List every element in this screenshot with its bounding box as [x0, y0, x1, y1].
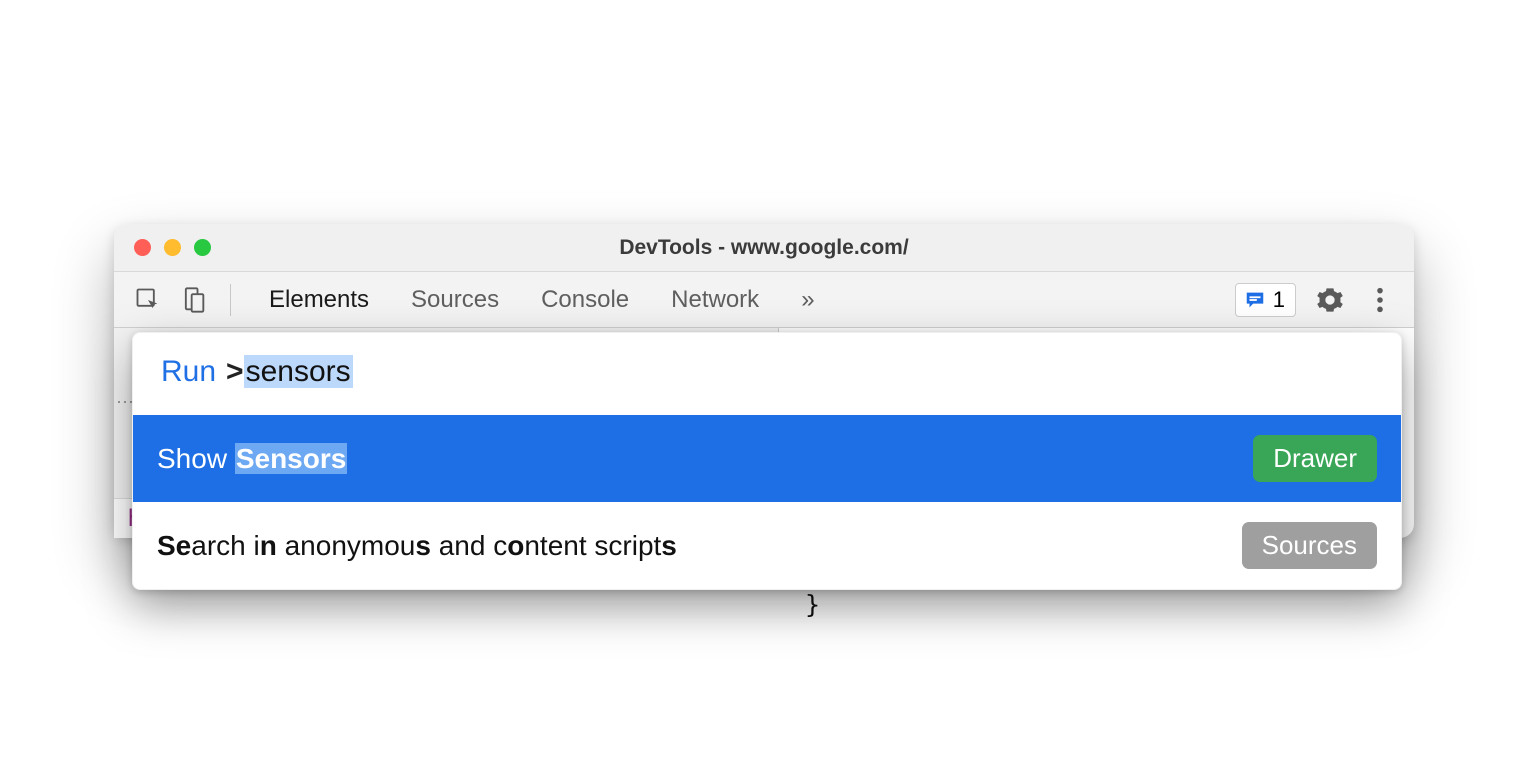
titlebar: DevTools - www.google.com/ — [114, 224, 1414, 272]
separator — [230, 284, 231, 316]
issues-count: 1 — [1273, 287, 1285, 313]
tab-elements[interactable]: Elements — [269, 286, 369, 314]
prompt-prefix: > — [226, 355, 244, 388]
closing-brace: } — [805, 587, 1400, 623]
command-query: sensors — [244, 355, 353, 388]
tab-console[interactable]: Console — [541, 286, 629, 314]
more-button[interactable] — [1364, 284, 1396, 316]
device-toggle-icon[interactable] — [178, 284, 210, 316]
more-vertical-icon — [1376, 286, 1384, 314]
devtools-window: DevTools - www.google.com/ Elements Sour… — [114, 224, 1414, 538]
chat-icon — [1244, 289, 1266, 311]
command-input[interactable]: Run >sensors — [133, 333, 1401, 415]
close-icon[interactable] — [134, 239, 151, 256]
command-item-label: Show Sensors — [157, 443, 1253, 475]
traffic-lights — [114, 239, 211, 256]
inspect-icon[interactable] — [132, 284, 164, 316]
run-label: Run — [161, 355, 216, 389]
gear-icon — [1316, 286, 1344, 314]
command-badge: Sources — [1242, 522, 1377, 569]
toolbar: Elements Sources Console Network » 1 — [114, 272, 1414, 328]
tabs-overflow-icon[interactable]: » — [801, 286, 814, 314]
command-menu: Run >sensors Show Sensors Drawer Search … — [132, 332, 1402, 590]
window-title: DevTools - www.google.com/ — [114, 236, 1414, 260]
command-item-label: Search in anonymous and content scripts — [157, 530, 1242, 562]
toolbar-left: Elements Sources Console Network » — [132, 284, 815, 316]
command-item-selected[interactable]: Show Sensors Drawer — [133, 415, 1401, 502]
command-badge: Drawer — [1253, 435, 1377, 482]
zoom-icon[interactable] — [194, 239, 211, 256]
issues-button[interactable]: 1 — [1235, 283, 1296, 317]
toolbar-right: 1 — [1235, 283, 1396, 317]
panel-tabs: Elements Sources Console Network » — [269, 286, 815, 314]
tab-network[interactable]: Network — [671, 286, 759, 314]
drag-handle-icon[interactable]: ⋯ — [116, 392, 133, 413]
tab-sources[interactable]: Sources — [411, 286, 499, 314]
command-item[interactable]: Search in anonymous and content scripts … — [133, 502, 1401, 589]
minimize-icon[interactable] — [164, 239, 181, 256]
settings-button[interactable] — [1314, 284, 1346, 316]
